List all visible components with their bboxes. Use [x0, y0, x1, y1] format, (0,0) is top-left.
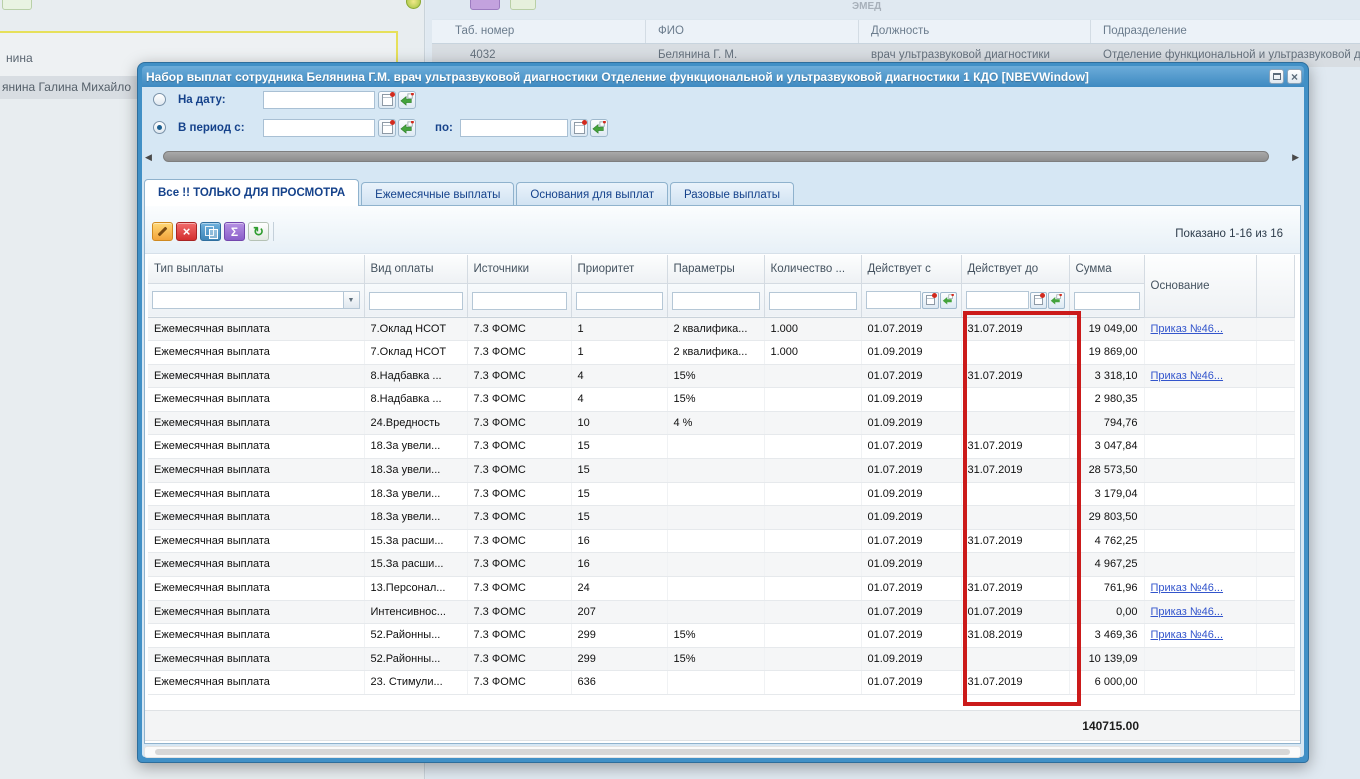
on-date-label: На дату: — [178, 94, 226, 106]
table-row[interactable]: Ежемесячная выплата 52.Районны... 7.3 ФО… — [148, 624, 1294, 648]
grid-panel: × Σ ↻ Показано 1-16 из 16 Тип выпла — [144, 205, 1301, 744]
table-row[interactable]: Ежемесячная выплата 15.За расши... 7.3 Ф… — [148, 553, 1294, 577]
table-row[interactable]: Ежемесячная выплата 15.За расши... 7.3 Ф… — [148, 529, 1294, 553]
refresh-icon[interactable]: ↻ — [248, 222, 269, 241]
col-priority[interactable]: Приоритет — [571, 255, 667, 283]
basis-link[interactable]: Приказ №46... — [1151, 323, 1224, 335]
table-row[interactable]: Ежемесячная выплата 18.За увели... 7.3 Ф… — [148, 459, 1294, 483]
sum-icon[interactable]: Σ — [224, 222, 245, 241]
edit-icon[interactable] — [152, 222, 173, 241]
column-header[interactable]: Подразделение — [1103, 25, 1187, 37]
employee-grid-header: Таб. номер ФИО Должность Подразделение — [432, 19, 1360, 44]
table-row[interactable]: Ежемесячная выплата 18.За увели... 7.3 Ф… — [148, 435, 1294, 459]
col-kind[interactable]: Вид оплаты — [364, 255, 467, 283]
list-item[interactable]: нина — [6, 51, 33, 65]
column-header[interactable]: ФИО — [658, 25, 684, 37]
filter-params-input[interactable] — [672, 292, 760, 310]
table-row[interactable]: Ежемесячная выплата 7.Оклад НСОТ 7.3 ФОМ… — [148, 317, 1294, 341]
emed-label: ЭМЕД — [852, 1, 881, 12]
calendar-icon[interactable] — [922, 292, 939, 309]
basis-link[interactable]: Приказ №46... — [1151, 370, 1224, 382]
period-to-label: по: — [435, 122, 453, 134]
date-clear-icon[interactable] — [398, 119, 416, 137]
window-title: Набор выплат сотрудника Белянина Г.М. вр… — [142, 70, 1266, 84]
filter-from-input[interactable] — [866, 291, 921, 309]
partial-button[interactable] — [2, 0, 32, 10]
restore-icon[interactable] — [1269, 69, 1284, 84]
table-row[interactable]: Ежемесячная выплата 24.Вредность 7.3 ФОМ… — [148, 411, 1294, 435]
date-clear-icon[interactable] — [940, 292, 957, 309]
tab-payment-bases[interactable]: Основания для выплат — [516, 182, 668, 206]
column-header[interactable]: Должность — [871, 25, 929, 37]
calendar-icon[interactable] — [570, 119, 588, 137]
scrollbar-thumb[interactable] — [163, 151, 1269, 162]
period-from-input[interactable] — [263, 119, 375, 137]
radio-period[interactable] — [153, 121, 166, 134]
grid-body: Ежемесячная выплата 7.Оклад НСОТ 7.3 ФОМ… — [148, 317, 1294, 695]
summary-row: 140715.00 — [145, 710, 1300, 741]
table-row[interactable]: Ежемесячная выплата 18.За увели... 7.3 Ф… — [148, 506, 1294, 530]
bottom-scrollbar — [144, 746, 1301, 758]
col-qty[interactable]: Количество ... — [764, 255, 861, 283]
date-clear-icon[interactable] — [590, 119, 608, 137]
col-to[interactable]: Действует до — [961, 255, 1069, 283]
payments-window: Набор выплат сотрудника Белянина Г.М. вр… — [137, 62, 1309, 763]
filter-kind-input[interactable] — [369, 292, 463, 310]
filter-to-input[interactable] — [966, 291, 1029, 309]
date-clear-icon[interactable] — [398, 91, 416, 109]
table-row[interactable]: Ежемесячная выплата 23. Стимули... 7.3 Ф… — [148, 671, 1294, 695]
table-row[interactable]: Ежемесячная выплата 18.За увели... 7.3 Ф… — [148, 482, 1294, 506]
filter-qty-input[interactable] — [769, 292, 857, 310]
copy-icon[interactable] — [200, 222, 221, 241]
table-row[interactable]: Ежемесячная выплата 8.Надбавка ... 7.3 Ф… — [148, 388, 1294, 412]
delete-icon[interactable]: × — [176, 222, 197, 241]
total-sum: 140715.00 — [1082, 719, 1139, 733]
filter-type-input[interactable] — [152, 291, 343, 309]
window-titlebar[interactable]: Набор выплат сотрудника Белянина Г.М. вр… — [142, 66, 1304, 87]
table-row[interactable]: Ежемесячная выплата 7.Оклад НСОТ 7.3 ФОМ… — [148, 341, 1294, 365]
tab-strip: Все !! ТОЛЬКО ДЛЯ ПРОСМОТРА Ежемесячные … — [144, 179, 796, 206]
calendar-icon[interactable] — [378, 119, 396, 137]
close-icon[interactable]: × — [1287, 69, 1302, 84]
on-date-input[interactable] — [263, 91, 375, 109]
horizontal-scrollbar: ◀ ▶ — [143, 150, 1303, 164]
basis-link[interactable]: Приказ №46... — [1151, 629, 1224, 641]
period-from-label: В период с: — [178, 122, 245, 134]
table-row[interactable]: Ежемесячная выплата 8.Надбавка ... 7.3 Ф… — [148, 364, 1294, 388]
column-header[interactable]: Таб. номер — [455, 25, 514, 37]
payments-grid: Тип выплаты Вид оплаты Источники Приорит… — [148, 255, 1296, 695]
scroll-left-icon[interactable]: ◀ — [145, 152, 152, 163]
scrollbar-thumb[interactable] — [155, 749, 1290, 755]
filter-sum-input[interactable] — [1074, 292, 1140, 310]
tab-monthly-payments[interactable]: Ежемесячные выплаты — [361, 182, 514, 206]
chevron-down-icon[interactable]: ▼ — [343, 291, 360, 309]
calendar-icon[interactable] — [378, 91, 396, 109]
basis-link[interactable]: Приказ №46... — [1151, 582, 1224, 594]
filter-priority-input[interactable] — [576, 292, 663, 310]
partial-button-purple[interactable] — [470, 0, 500, 10]
filter-source-input[interactable] — [472, 292, 567, 310]
scroll-right-icon[interactable]: ▶ — [1292, 152, 1299, 163]
table-row[interactable]: Ежемесячная выплата 52.Районны... 7.3 ФО… — [148, 647, 1294, 671]
col-source[interactable]: Источники — [467, 255, 571, 283]
period-to-input[interactable] — [460, 119, 568, 137]
calendar-icon[interactable] — [1030, 292, 1047, 309]
table-row[interactable]: Ежемесячная выплата 13.Персонал... 7.3 Ф… — [148, 577, 1294, 601]
partial-button-green[interactable] — [510, 0, 536, 10]
basis-link[interactable]: Приказ №46... — [1151, 606, 1224, 618]
table-row[interactable]: Ежемесячная выплата Интенсивнос... 7.3 Ф… — [148, 600, 1294, 624]
col-sum[interactable]: Сумма — [1069, 255, 1144, 283]
radio-on-date[interactable] — [153, 93, 166, 106]
status-text: Показано 1-16 из 16 — [1175, 228, 1283, 240]
col-from[interactable]: Действует с — [861, 255, 961, 283]
col-filler — [1256, 255, 1294, 317]
tab-one-time-payments[interactable]: Разовые выплаты — [670, 182, 794, 206]
col-basis[interactable]: Основание — [1144, 255, 1256, 317]
date-clear-icon[interactable] — [1048, 292, 1065, 309]
col-params[interactable]: Параметры — [667, 255, 764, 283]
col-type[interactable]: Тип выплаты — [148, 255, 364, 283]
grid-toolbar: × Σ ↻ Показано 1-16 из 16 — [145, 206, 1300, 254]
tab-all-view-only[interactable]: Все !! ТОЛЬКО ДЛЯ ПРОСМОТРА — [144, 179, 359, 206]
